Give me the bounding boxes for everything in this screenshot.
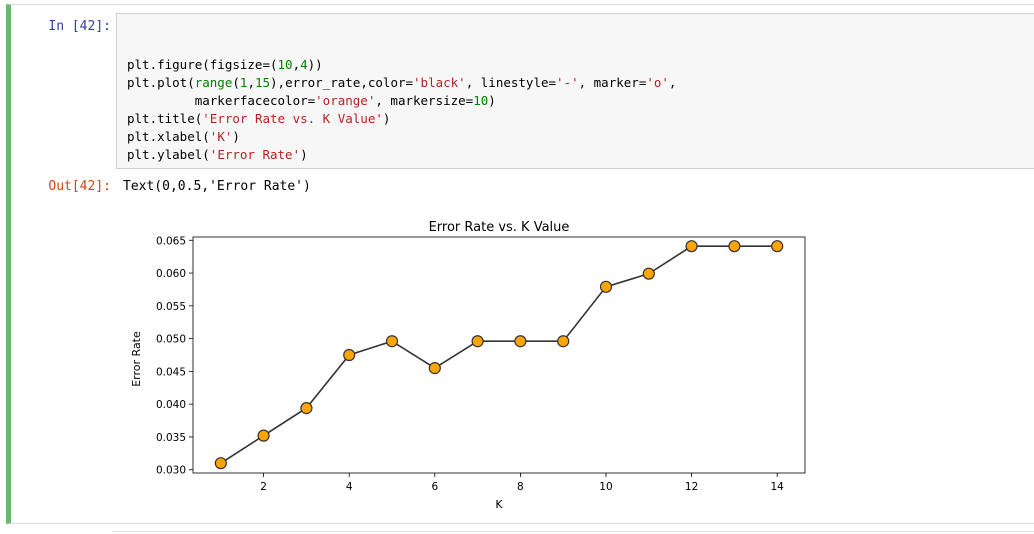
code-token: 'orange' [315,93,376,108]
code-token: 'black' [413,75,466,90]
code-token: , markersize= [375,93,474,108]
code-token: plt.title( [127,111,203,126]
y-tick-label: 0.030 [156,465,186,477]
code-token: , marker= [578,75,647,90]
code-token: 10 [277,57,293,72]
code-line: plt.figure(figsize=(10,4)) [127,56,676,74]
code-input-area[interactable]: plt.figure(figsize=(10,4)) plt.plot(range… [116,13,1034,169]
y-tick-label: 0.035 [156,432,186,444]
plot-frame [192,236,806,474]
data-point [214,457,227,470]
code-token: , [292,57,301,72]
code-token: plt.xlabel( [127,129,210,144]
data-point [557,335,570,348]
data-point [428,362,441,375]
code-token: 4 [300,57,308,72]
x-axis-label: K [495,498,503,511]
code-token: 'o' [646,75,669,90]
code-line: plt.title('Error Rate vs. K Value') [127,110,676,128]
chart-title: Error Rate vs. K Value [429,220,570,235]
x-tick-label: 14 [770,481,784,493]
code-token: plt.plot( [127,75,195,90]
data-point [728,240,741,253]
chart-output: Error Rate vs. K Value K Error Rate 0.03… [123,211,813,515]
code-line: markerfacecolor='orange', markersize=10) [127,92,676,110]
data-point [514,335,527,348]
code-line: plt.ylabel('Error Rate') [127,146,676,164]
code-token: ) [300,147,308,162]
code-token: markerfacecolor= [127,93,316,108]
y-tick-label: 0.040 [156,399,186,411]
code-token: , [247,75,255,90]
x-tick-label: 8 [517,481,524,493]
code-line: plt.xlabel('K') [127,128,676,146]
line-chart: Error Rate vs. K Value K Error Rate 0.03… [130,220,806,511]
series-line [220,245,778,464]
x-tick-label: 10 [599,481,612,493]
code-token: plt.figure(figsize=( [127,57,278,72]
x-tick-label: 6 [431,481,438,493]
x-tick-label: 4 [346,481,353,493]
code-token: plt.ylabel( [127,147,210,162]
code-line: plt.plot(range(1,15),error_rate,color='b… [127,74,676,92]
code-token: ) [382,111,391,126]
code-token: , linestyle= [465,75,557,90]
data-point [599,280,613,293]
y-tick-label: 0.055 [156,301,186,313]
output-text: Text(0,0.5,'Error Rate') [123,179,311,194]
data-point [257,429,270,442]
data-point [471,335,484,348]
y-tick-label: 0.060 [156,268,186,280]
x-tick-label: 12 [685,481,698,493]
next-cell-border [112,531,1034,532]
code-token: ) [232,129,240,144]
data-point [300,402,313,415]
code-token: 'K' [209,129,233,144]
code-token: 10 [473,93,489,108]
code-token: range [194,75,233,90]
code-token: , [668,75,677,90]
code-token: )) [307,57,323,72]
data-point [685,240,698,253]
output-prompt: Out[42]: [48,179,111,194]
y-tick-label: 0.050 [156,334,186,346]
data-point [642,267,655,280]
input-prompt: In [42]: [48,19,111,34]
x-tick-label: 2 [260,481,267,493]
code-token: 15 [254,75,271,90]
y-tick-label: 0.045 [156,366,186,378]
code-token: ),error_rate,color= [270,75,414,90]
notebook-cell[interactable]: In [42]: plt.figure(figsize=(10,4)) plt.p… [6,4,1034,524]
code-token: ( [232,75,240,90]
data-point [771,240,784,253]
y-tick-label: 0.065 [156,235,186,247]
data-point [343,348,356,362]
code-token: 'Error Rate vs. K Value' [202,111,383,126]
code-token: 'Error Rate' [209,147,301,162]
code-token: ) [488,93,496,108]
code-editor[interactable]: plt.figure(figsize=(10,4)) plt.plot(range… [127,56,676,164]
data-point [385,335,399,348]
code-token: '-' [556,75,579,90]
y-axis-label: Error Rate [130,331,143,387]
